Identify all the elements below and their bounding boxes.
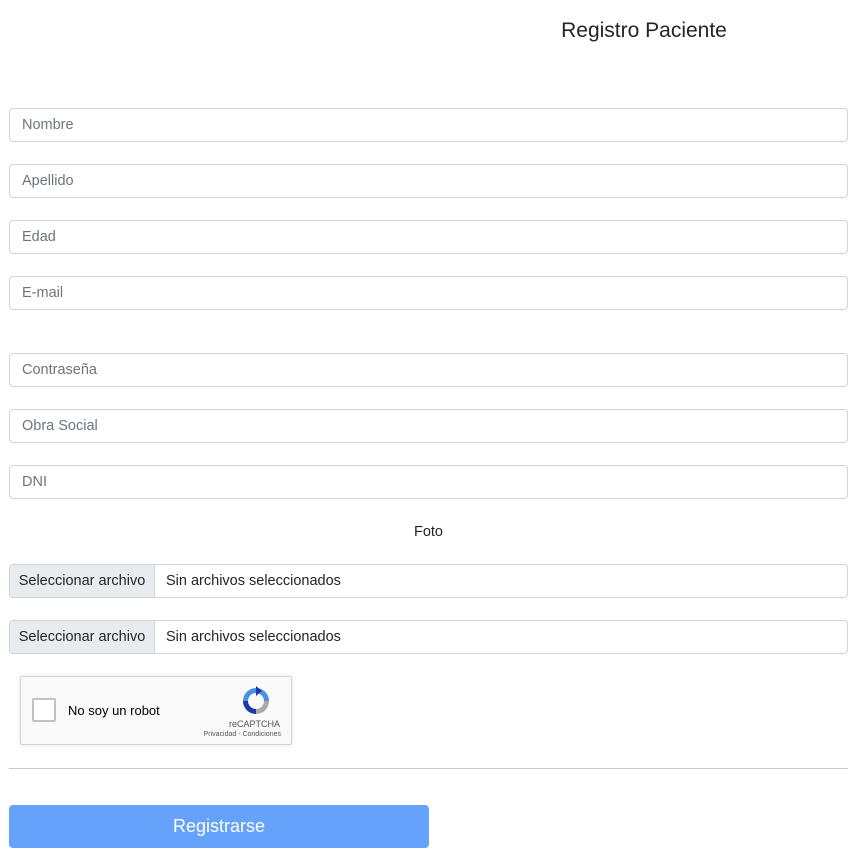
recaptcha-brand: reCAPTCHA bbox=[228, 719, 280, 729]
select-file-button[interactable]: Seleccionar archivo bbox=[10, 621, 155, 653]
file-status: Sin archivos seleccionados bbox=[166, 573, 341, 589]
recaptcha-label: No soy un robot bbox=[68, 703, 160, 718]
edad-input[interactable] bbox=[9, 220, 848, 254]
nombre-input[interactable] bbox=[9, 108, 848, 142]
email-input[interactable] bbox=[9, 276, 848, 310]
password-input[interactable] bbox=[9, 353, 848, 387]
foto-label: Foto bbox=[413, 524, 443, 540]
recaptcha-terms-link[interactable]: Privacidad - Condiciones bbox=[204, 731, 281, 738]
select-file-button[interactable]: Seleccionar archivo bbox=[10, 565, 155, 597]
page-title: Registro Paciente bbox=[561, 19, 727, 42]
dni-input[interactable] bbox=[9, 465, 848, 499]
file-input-2[interactable]: Seleccionar archivo Sin archivos selecci… bbox=[9, 620, 848, 654]
recaptcha-widget: No soy un robot reCAPTCHA Privacidad - C… bbox=[20, 676, 292, 745]
file-status: Sin archivos seleccionados bbox=[166, 629, 341, 645]
file-input-1[interactable]: Seleccionar archivo Sin archivos selecci… bbox=[9, 564, 848, 598]
recaptcha-logo-icon bbox=[243, 686, 269, 714]
apellido-input[interactable] bbox=[9, 164, 848, 198]
divider bbox=[9, 768, 848, 769]
recaptcha-checkbox[interactable] bbox=[32, 698, 56, 722]
register-button[interactable]: Registrarse bbox=[9, 805, 429, 848]
obra-social-input[interactable] bbox=[9, 409, 848, 443]
